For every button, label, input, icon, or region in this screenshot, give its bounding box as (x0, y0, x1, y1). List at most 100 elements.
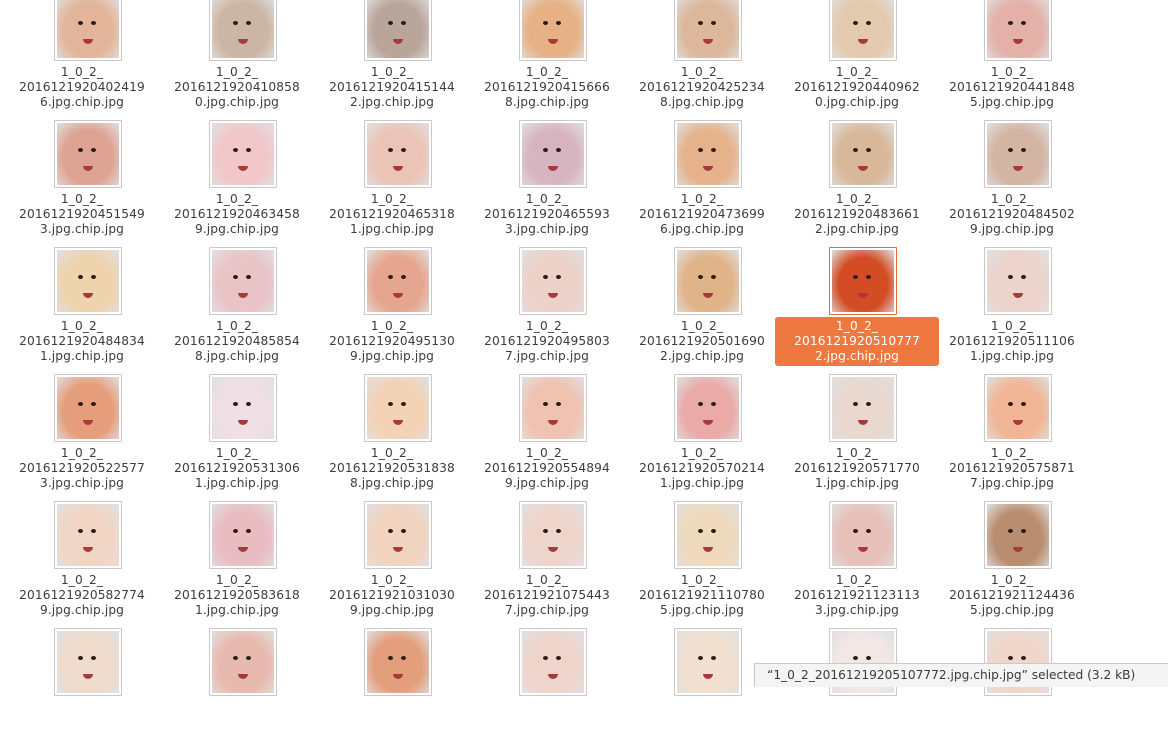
file-name-label[interactable]: 1_0_2_ 2016121920410858 0.jpg.chip.jpg (155, 63, 319, 112)
file-thumbnail[interactable] (984, 120, 1052, 188)
file-item[interactable]: 1_0_2_ 2016121920410858 0.jpg.chip.jpg (162, 0, 312, 120)
file-name-label[interactable]: 1_0_2_ 2016121920463458 9.jpg.chip.jpg (155, 190, 319, 239)
file-thumbnail[interactable] (829, 247, 897, 315)
file-item[interactable]: 1_0_2_ 2016121921031030 9.jpg.chip.jpg (317, 501, 467, 628)
file-item[interactable]: 1_0_2_ 2016121920483661 2.jpg.chip.jpg (782, 120, 932, 247)
file-item[interactable]: 1_0_2_ 2016121920484502 9.jpg.chip.jpg (937, 120, 1087, 247)
file-thumbnail[interactable] (54, 247, 122, 315)
file-item[interactable] (627, 628, 777, 755)
file-name-label[interactable]: 1_0_2_ 2016121921123113 3.jpg.chip.jpg (775, 571, 939, 620)
file-item[interactable]: 1_0_2_ 2016121920425234 8.jpg.chip.jpg (627, 0, 777, 120)
file-name-label[interactable]: 1_0_2_ 2016121920571770 1.jpg.chip.jpg (775, 444, 939, 493)
file-thumbnail[interactable] (364, 120, 432, 188)
file-name-label[interactable]: 1_0_2_ 2016121920415144 2.jpg.chip.jpg (310, 63, 474, 112)
file-item[interactable]: 1_0_2_ 2016121921075443 7.jpg.chip.jpg (472, 501, 622, 628)
file-name-label[interactable]: 1_0_2_ 2016121920415666 8.jpg.chip.jpg (465, 63, 629, 112)
file-item[interactable]: 1_0_2_ 2016121920440962 0.jpg.chip.jpg (782, 0, 932, 120)
file-item[interactable]: 1_0_2_ 2016121920485854 8.jpg.chip.jpg (162, 247, 312, 374)
file-item[interactable]: 1_0_2_ 2016121920441848 5.jpg.chip.jpg (937, 0, 1087, 120)
file-item[interactable]: 1_0_2_ 2016121920571770 1.jpg.chip.jpg (782, 374, 932, 501)
file-thumbnail[interactable] (364, 247, 432, 315)
file-item[interactable]: 1_0_2_ 2016121920582774 9.jpg.chip.jpg (7, 501, 157, 628)
file-item[interactable]: 1_0_2_ 2016121920511106 1.jpg.chip.jpg (937, 247, 1087, 374)
file-thumbnail[interactable] (674, 0, 742, 61)
file-item[interactable]: 1_0_2_ 2016121920415144 2.jpg.chip.jpg (317, 0, 467, 120)
file-item[interactable]: 1_0_2_ 2016121920415666 8.jpg.chip.jpg (472, 0, 622, 120)
file-name-label[interactable]: 1_0_2_ 2016121920495803 7.jpg.chip.jpg (465, 317, 629, 366)
file-name-label[interactable]: 1_0_2_ 2016121921031030 9.jpg.chip.jpg (310, 571, 474, 620)
file-thumbnail[interactable] (519, 0, 587, 61)
file-item[interactable]: 1_0_2_ 2016121920402419 6.jpg.chip.jpg (7, 0, 157, 120)
file-thumbnail[interactable] (984, 0, 1052, 61)
file-thumbnail[interactable] (829, 374, 897, 442)
file-name-label[interactable]: 1_0_2_ 2016121920402419 6.jpg.chip.jpg (0, 63, 164, 112)
file-name-label[interactable]: 1_0_2_ 2016121921075443 7.jpg.chip.jpg (465, 571, 629, 620)
file-thumbnail[interactable] (829, 501, 897, 569)
file-name-label[interactable]: 1_0_2_ 2016121920575871 7.jpg.chip.jpg (930, 444, 1094, 493)
file-item[interactable]: 1_0_2_ 2016121920510777 2.jpg.chip.jpg (775, 247, 939, 374)
file-name-label[interactable]: 1_0_2_ 2016121920582774 9.jpg.chip.jpg (0, 571, 164, 620)
file-name-label[interactable]: 1_0_2_ 2016121921124436 5.jpg.chip.jpg (930, 571, 1094, 620)
file-name-label[interactable]: 1_0_2_ 2016121920501690 2.jpg.chip.jpg (620, 317, 784, 366)
file-thumbnail[interactable] (209, 247, 277, 315)
file-thumbnail[interactable] (519, 374, 587, 442)
file-thumbnail[interactable] (364, 374, 432, 442)
file-item[interactable]: 1_0_2_ 2016121920531838 8.jpg.chip.jpg (317, 374, 467, 501)
file-thumbnail[interactable] (364, 501, 432, 569)
file-name-label[interactable]: 1_0_2_ 2016121920451549 3.jpg.chip.jpg (0, 190, 164, 239)
file-thumbnail[interactable] (54, 501, 122, 569)
file-name-label[interactable]: 1_0_2_ 2016121920484502 9.jpg.chip.jpg (930, 190, 1094, 239)
file-item[interactable]: 1_0_2_ 2016121920465318 1.jpg.chip.jpg (317, 120, 467, 247)
file-item[interactable] (317, 628, 467, 755)
file-thumbnail[interactable] (829, 0, 897, 61)
file-name-label[interactable]: 1_0_2_ 2016121920485854 8.jpg.chip.jpg (155, 317, 319, 366)
file-name-label[interactable]: 1_0_2_ 2016121920484834 1.jpg.chip.jpg (0, 317, 164, 366)
file-thumbnail[interactable] (674, 374, 742, 442)
file-thumbnail[interactable] (364, 628, 432, 696)
file-item[interactable] (937, 628, 1087, 755)
file-name-label[interactable]: 1_0_2_ 2016121920511106 1.jpg.chip.jpg (930, 317, 1094, 366)
file-thumbnail[interactable] (519, 120, 587, 188)
file-item[interactable]: 1_0_2_ 2016121920495803 7.jpg.chip.jpg (472, 247, 622, 374)
file-thumbnail[interactable] (984, 374, 1052, 442)
file-thumbnail[interactable] (519, 501, 587, 569)
file-item[interactable]: 1_0_2_ 2016121920473699 6.jpg.chip.jpg (627, 120, 777, 247)
file-item[interactable]: 1_0_2_ 2016121920522577 3.jpg.chip.jpg (7, 374, 157, 501)
file-thumbnail[interactable] (54, 628, 122, 696)
file-thumbnail[interactable] (519, 247, 587, 315)
file-thumbnail[interactable] (674, 120, 742, 188)
file-thumbnail[interactable] (984, 501, 1052, 569)
file-thumbnail[interactable] (209, 501, 277, 569)
file-item[interactable]: 1_0_2_ 2016121920465593 3.jpg.chip.jpg (472, 120, 622, 247)
file-thumbnail[interactable] (209, 374, 277, 442)
file-item[interactable]: 1_0_2_ 2016121920501690 2.jpg.chip.jpg (627, 247, 777, 374)
file-item[interactable]: 1_0_2_ 2016121920495130 9.jpg.chip.jpg (317, 247, 467, 374)
file-name-label[interactable]: 1_0_2_ 2016121920570214 1.jpg.chip.jpg (620, 444, 784, 493)
file-name-label[interactable]: 1_0_2_ 2016121920531306 1.jpg.chip.jpg (155, 444, 319, 493)
file-name-label[interactable]: 1_0_2_ 2016121920583618 1.jpg.chip.jpg (155, 571, 319, 620)
file-name-label[interactable]: 1_0_2_ 2016121920531838 8.jpg.chip.jpg (310, 444, 474, 493)
file-name-label[interactable]: 1_0_2_ 2016121920473699 6.jpg.chip.jpg (620, 190, 784, 239)
file-name-label[interactable]: 1_0_2_ 2016121920554894 9.jpg.chip.jpg (465, 444, 629, 493)
file-item[interactable] (782, 628, 932, 755)
file-name-label[interactable]: 1_0_2_ 2016121920425234 8.jpg.chip.jpg (620, 63, 784, 112)
file-name-label[interactable]: 1_0_2_ 2016121920495130 9.jpg.chip.jpg (310, 317, 474, 366)
file-thumbnail[interactable] (364, 0, 432, 61)
file-item[interactable]: 1_0_2_ 2016121921124436 5.jpg.chip.jpg (937, 501, 1087, 628)
file-item[interactable]: 1_0_2_ 2016121920484834 1.jpg.chip.jpg (7, 247, 157, 374)
file-name-label[interactable]: 1_0_2_ 2016121920441848 5.jpg.chip.jpg (930, 63, 1094, 112)
file-thumbnail[interactable] (209, 120, 277, 188)
file-name-label[interactable]: 1_0_2_ 2016121920465318 1.jpg.chip.jpg (310, 190, 474, 239)
file-name-label[interactable]: 1_0_2_ 2016121920440962 0.jpg.chip.jpg (775, 63, 939, 112)
file-thumbnail[interactable] (209, 628, 277, 696)
file-name-label[interactable]: 1_0_2_ 2016121920465593 3.jpg.chip.jpg (465, 190, 629, 239)
file-item[interactable]: 1_0_2_ 2016121920583618 1.jpg.chip.jpg (162, 501, 312, 628)
file-thumbnail[interactable] (984, 247, 1052, 315)
file-thumbnail[interactable] (674, 628, 742, 696)
file-name-label[interactable]: 1_0_2_ 2016121920483661 2.jpg.chip.jpg (775, 190, 939, 239)
file-thumbnail[interactable] (54, 374, 122, 442)
file-thumbnail[interactable] (54, 0, 122, 61)
file-item[interactable]: 1_0_2_ 2016121920570214 1.jpg.chip.jpg (627, 374, 777, 501)
file-item[interactable]: 1_0_2_ 2016121920451549 3.jpg.chip.jpg (7, 120, 157, 247)
file-thumbnail[interactable] (209, 0, 277, 61)
